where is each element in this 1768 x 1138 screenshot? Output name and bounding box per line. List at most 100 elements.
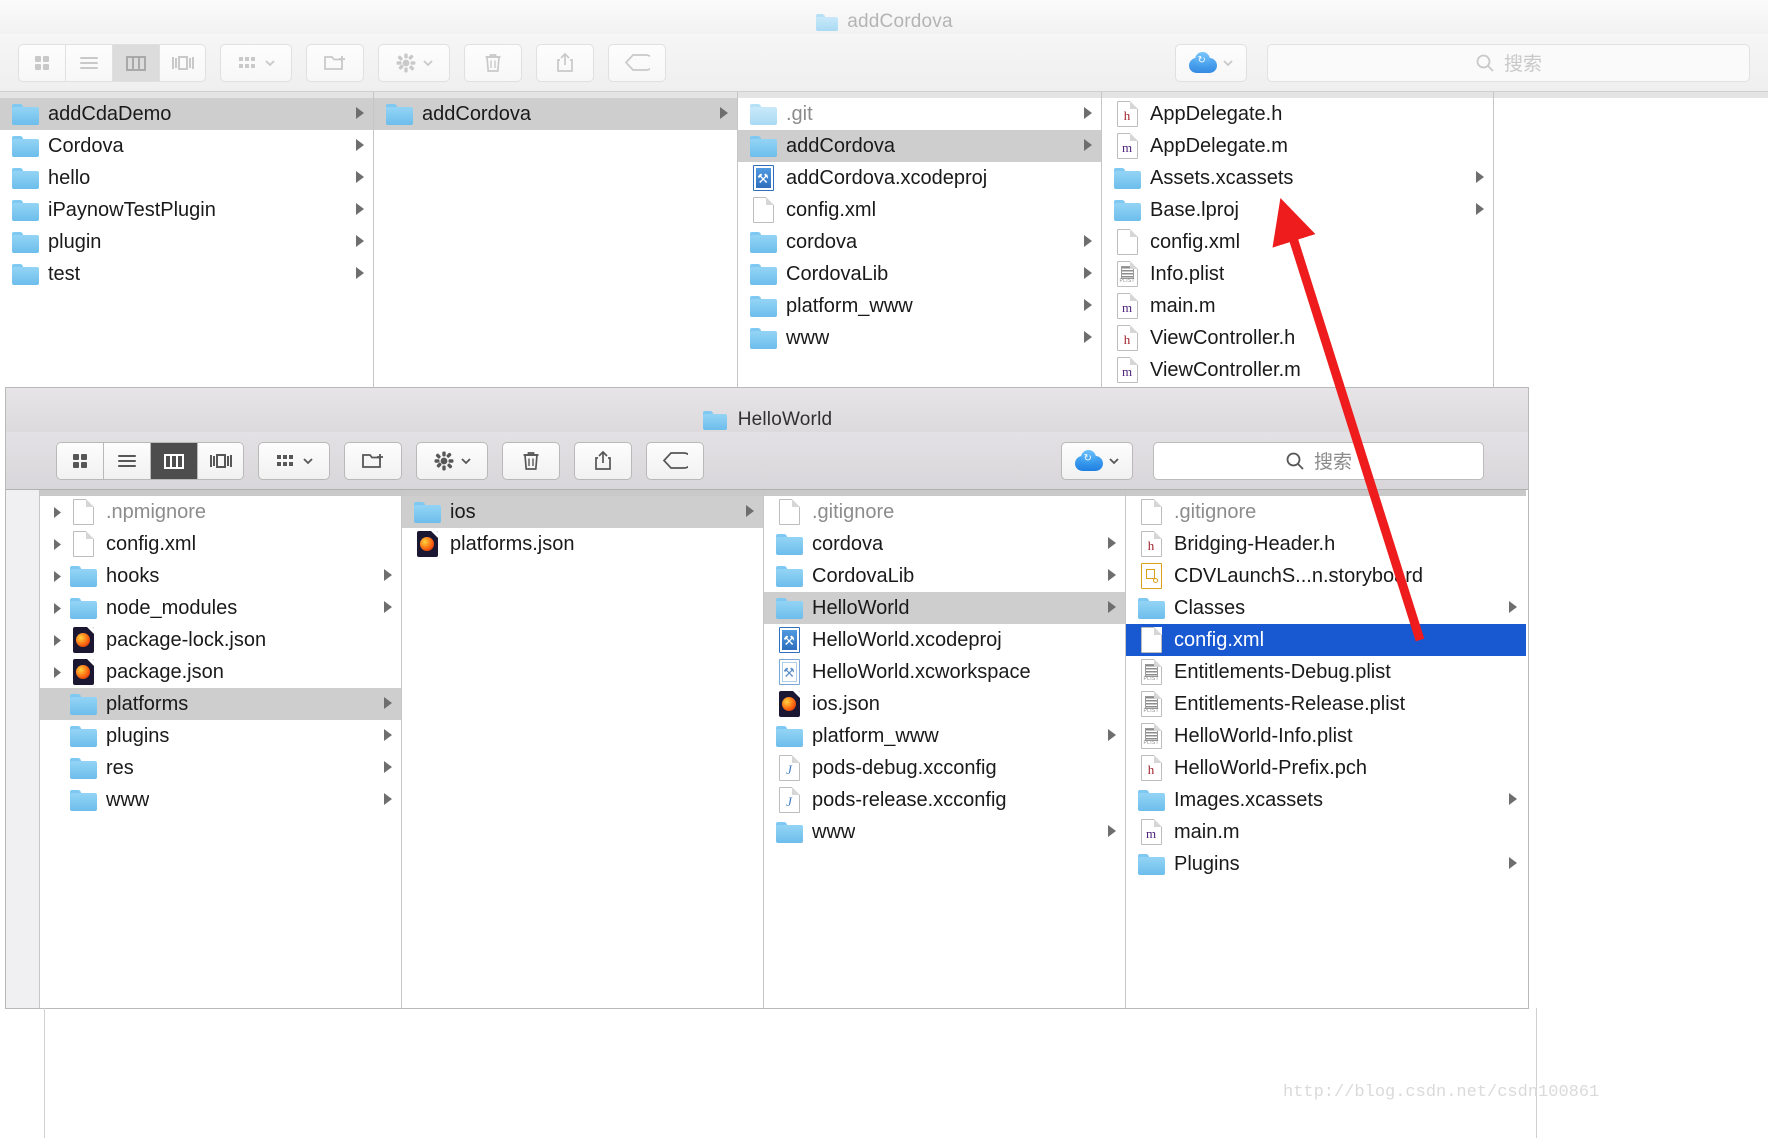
column-chevron[interactable] xyxy=(346,263,367,286)
gallery-view-icon[interactable] xyxy=(197,441,244,480)
file-row[interactable]: .gitignore xyxy=(764,496,1125,528)
file-row[interactable]: config.xml xyxy=(738,194,1101,226)
column-chevron[interactable] xyxy=(1499,597,1520,620)
file-row[interactable]: res xyxy=(40,752,401,784)
file-row[interactable]: m main.m xyxy=(1102,290,1493,322)
column-chevron[interactable] xyxy=(1499,853,1520,876)
file-row[interactable]: test xyxy=(0,258,373,290)
tag-icon[interactable] xyxy=(608,43,666,82)
column-chevron[interactable] xyxy=(346,135,367,158)
file-row[interactable]: config.xml xyxy=(1102,226,1493,258)
file-row[interactable]: PLIST HelloWorld-Info.plist xyxy=(1126,720,1526,752)
file-row[interactable]: platforms.json xyxy=(402,528,763,560)
file-row[interactable]: HelloWorld xyxy=(764,592,1125,624)
column-chevron[interactable] xyxy=(374,757,395,780)
file-row[interactable]: CDVLaunchS...n.storyboard xyxy=(1126,560,1526,592)
grid-view-icon[interactable] xyxy=(18,43,65,82)
new-folder-icon[interactable] xyxy=(306,43,364,82)
file-row[interactable]: Plugins xyxy=(1126,848,1526,880)
column-chevron[interactable] xyxy=(1074,327,1095,350)
column-chevron[interactable] xyxy=(374,693,395,716)
file-row[interactable]: plugins xyxy=(40,720,401,752)
trash-icon[interactable] xyxy=(502,441,560,480)
column-chevron[interactable] xyxy=(1098,725,1119,748)
column-chevron[interactable] xyxy=(1466,199,1487,222)
column-view-icon[interactable] xyxy=(150,441,197,480)
file-row[interactable]: CordovaLib xyxy=(738,258,1101,290)
file-row[interactable]: h AppDelegate.h xyxy=(1102,98,1493,130)
file-row[interactable]: m main.m xyxy=(1126,816,1526,848)
file-row[interactable]: cordova xyxy=(738,226,1101,258)
file-row[interactable]: ios xyxy=(402,496,763,528)
file-row[interactable]: Images.xcassets xyxy=(1126,784,1526,816)
new-folder-icon[interactable] xyxy=(344,441,402,480)
file-row[interactable]: ⚒ HelloWorld.xcworkspace xyxy=(764,656,1125,688)
grid-view-icon[interactable] xyxy=(56,441,103,480)
column-chevron[interactable] xyxy=(1074,231,1095,254)
file-row[interactable]: PLIST Info.plist xyxy=(1102,258,1493,290)
file-row[interactable]: m ViewController.m xyxy=(1102,354,1493,386)
trash-icon[interactable] xyxy=(464,43,522,82)
file-row[interactable]: platforms xyxy=(40,688,401,720)
file-row[interactable]: plugin xyxy=(0,226,373,258)
file-row[interactable]: Cordova xyxy=(0,130,373,162)
file-row[interactable]: hooks xyxy=(40,560,401,592)
row-disclosure[interactable] xyxy=(50,570,66,583)
column-chevron[interactable] xyxy=(374,597,395,620)
arrange-icon[interactable] xyxy=(220,43,292,82)
file-row[interactable]: config.xml xyxy=(1126,624,1526,656)
column-chevron[interactable] xyxy=(346,103,367,126)
share-icon[interactable] xyxy=(574,441,632,480)
column-chevron[interactable] xyxy=(1074,103,1095,126)
column-chevron[interactable] xyxy=(374,565,395,588)
file-row[interactable]: addCdaDemo xyxy=(0,98,373,130)
file-row[interactable]: ios.json xyxy=(764,688,1125,720)
column-chevron[interactable] xyxy=(1466,167,1487,190)
tag-icon[interactable] xyxy=(646,441,704,480)
icloud-icon[interactable]: ↻ xyxy=(1061,441,1133,480)
search-input[interactable]: 搜索 xyxy=(1267,43,1750,82)
file-row[interactable]: .gitignore xyxy=(1126,496,1526,528)
icloud-icon[interactable]: ↻ xyxy=(1175,43,1247,82)
file-row[interactable]: h HelloWorld-Prefix.pch xyxy=(1126,752,1526,784)
file-row[interactable]: .npmignore xyxy=(40,496,401,528)
file-row[interactable]: addCordova xyxy=(374,98,737,130)
column-chevron[interactable] xyxy=(346,231,367,254)
window1-view-switcher[interactable] xyxy=(18,43,206,82)
file-row[interactable]: m AppDelegate.m xyxy=(1102,130,1493,162)
column-view-icon[interactable] xyxy=(112,43,159,82)
column-chevron[interactable] xyxy=(346,167,367,190)
column-chevron[interactable] xyxy=(1098,821,1119,844)
column-chevron[interactable] xyxy=(374,789,395,812)
row-disclosure[interactable] xyxy=(50,506,66,519)
column-chevron[interactable] xyxy=(1098,597,1119,620)
file-row[interactable]: node_modules xyxy=(40,592,401,624)
file-row[interactable]: cordova xyxy=(764,528,1125,560)
file-row[interactable]: platform_www xyxy=(764,720,1125,752)
file-row[interactable]: www xyxy=(764,816,1125,848)
gear-icon[interactable] xyxy=(378,43,450,82)
file-row[interactable]: .git xyxy=(738,98,1101,130)
file-row[interactable]: Assets.xcassets xyxy=(1102,162,1493,194)
file-row[interactable]: package.json xyxy=(40,656,401,688)
row-disclosure[interactable] xyxy=(50,634,66,647)
arrange-icon[interactable] xyxy=(258,441,330,480)
file-row[interactable]: iPaynowTestPlugin xyxy=(0,194,373,226)
list-view-icon[interactable] xyxy=(65,43,112,82)
column-chevron[interactable] xyxy=(736,501,757,524)
file-row[interactable]: ⚒ addCordova.xcodeproj xyxy=(738,162,1101,194)
file-row[interactable]: www xyxy=(738,322,1101,354)
file-row[interactable]: Classes xyxy=(1126,592,1526,624)
column-chevron[interactable] xyxy=(1074,135,1095,158)
column-chevron[interactable] xyxy=(374,725,395,748)
row-disclosure[interactable] xyxy=(50,602,66,615)
column-chevron[interactable] xyxy=(1499,789,1520,812)
column-chevron[interactable] xyxy=(1098,533,1119,556)
search-input[interactable]: 搜索 xyxy=(1153,441,1484,480)
column-chevron[interactable] xyxy=(1098,565,1119,588)
share-icon[interactable] xyxy=(536,43,594,82)
gear-icon[interactable] xyxy=(416,441,488,480)
file-row[interactable]: Jpods-debug.xcconfig xyxy=(764,752,1125,784)
file-row[interactable]: ⚒ HelloWorld.xcodeproj xyxy=(764,624,1125,656)
column-chevron[interactable] xyxy=(1074,295,1095,318)
